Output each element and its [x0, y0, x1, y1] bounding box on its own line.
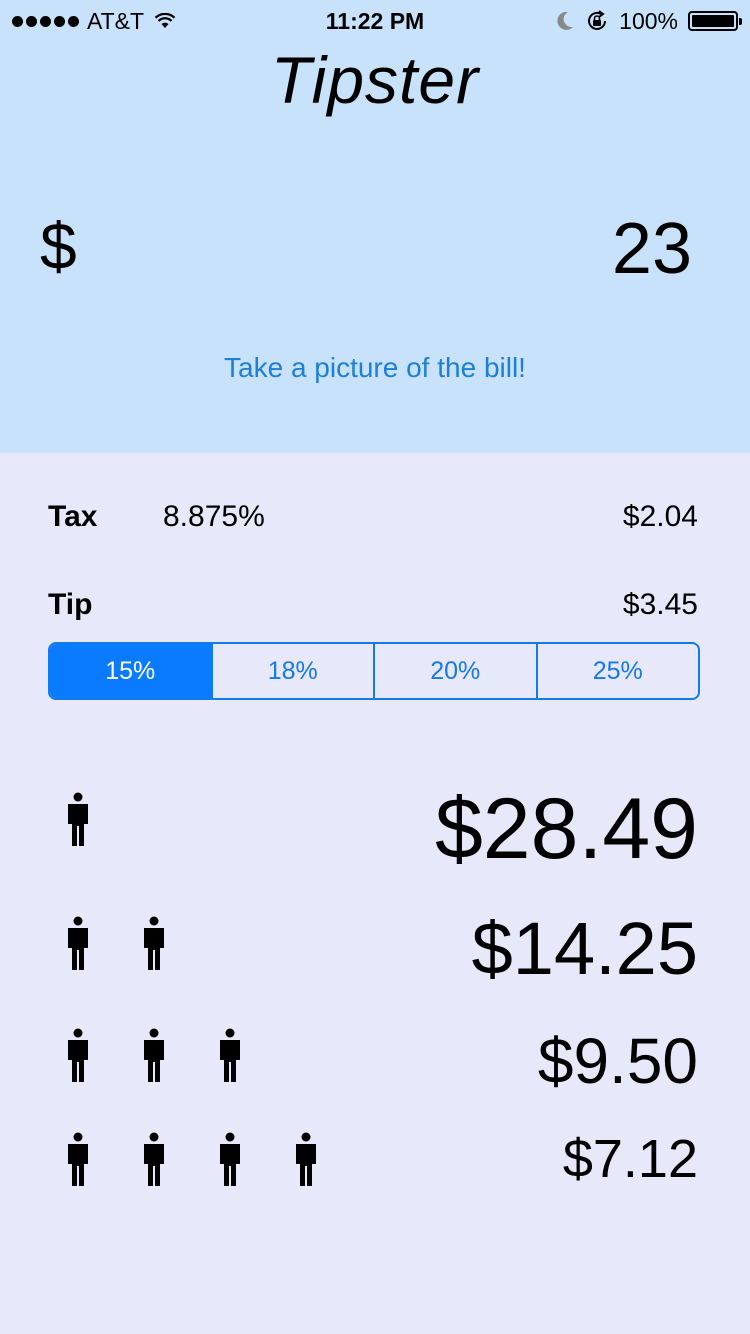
tip-option-15[interactable]: 15% — [50, 644, 211, 698]
split-row-2: $14.25 — [0, 906, 750, 990]
person-icon — [140, 1028, 168, 1082]
take-picture-button[interactable]: Take a picture of the bill! — [0, 352, 750, 384]
person-icon — [140, 1132, 168, 1186]
tax-amount: $2.04 — [622, 500, 698, 533]
tax-label: Tax — [48, 500, 98, 533]
rotation-lock-icon — [588, 10, 607, 30]
moon-icon — [557, 11, 574, 30]
tip-option-25[interactable]: 25% — [535, 644, 699, 698]
tip-amount: $3.45 — [622, 588, 698, 621]
tip-option-18[interactable]: 18% — [210, 644, 374, 698]
person-icon — [292, 1132, 320, 1186]
people-group — [64, 1028, 292, 1082]
split-row-3: $9.50 — [0, 1024, 750, 1097]
split-row-1: $28.49 — [0, 780, 750, 877]
battery-icon — [688, 11, 742, 31]
people-group — [64, 1132, 368, 1186]
battery-percent: 100% — [619, 7, 678, 34]
person-icon — [216, 1028, 244, 1082]
tax-rate-input[interactable]: 8.875% — [163, 500, 265, 534]
split-row-4: $7.12 — [0, 1128, 750, 1192]
people-group — [64, 916, 216, 970]
app-title: Tipster — [270, 43, 480, 117]
person-icon — [64, 1132, 92, 1186]
status-bar: AT&T 11:22 PM 100% — [0, 6, 750, 36]
results-panel — [0, 453, 750, 1334]
currency-symbol: $ — [40, 209, 77, 283]
per-person-amount: $14.25 — [471, 907, 698, 990]
tip-percentage-selector: 15% 18% 20% 25% — [48, 642, 700, 700]
person-icon — [64, 1028, 92, 1082]
person-icon — [64, 916, 92, 970]
person-icon — [216, 1132, 244, 1186]
per-person-amount: $28.49 — [434, 781, 698, 877]
tip-label: Tip — [48, 588, 93, 621]
status-right: 100% — [555, 6, 742, 36]
bill-amount-input[interactable]: 23 — [612, 208, 692, 290]
per-person-amount: $7.12 — [562, 1129, 698, 1189]
people-group — [64, 792, 140, 846]
person-icon — [140, 916, 168, 970]
per-person-amount: $9.50 — [537, 1025, 698, 1097]
tip-option-20[interactable]: 20% — [373, 644, 536, 698]
person-icon — [64, 792, 92, 846]
